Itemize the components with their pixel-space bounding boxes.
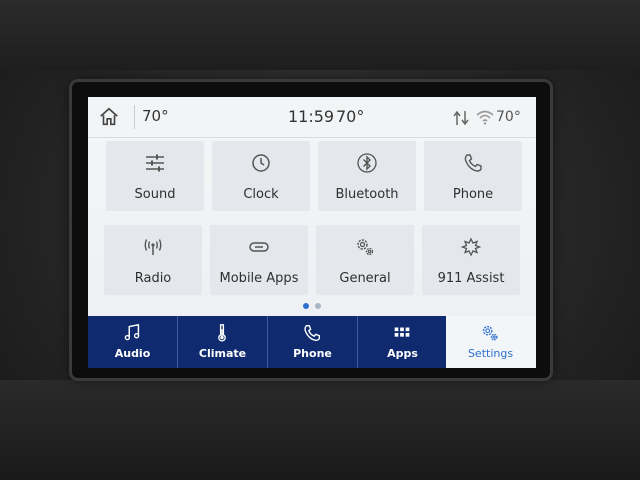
tile-label: General (339, 271, 391, 286)
nav-climate[interactable]: Climate (178, 316, 268, 368)
link-icon (249, 242, 269, 252)
status-bar: 70° 11:59 70° 70° (88, 97, 536, 138)
radio-antenna-icon (144, 239, 162, 255)
tile-bluetooth[interactable]: Bluetooth (318, 141, 416, 211)
tile-911-assist[interactable]: 911 Assist (422, 225, 520, 295)
home-icon[interactable] (98, 106, 120, 128)
gears-icon (482, 325, 498, 341)
sliders-icon (146, 154, 164, 172)
clock-icon (252, 154, 270, 172)
wifi-icon (476, 110, 494, 125)
nav-label: Apps (387, 347, 418, 360)
nav-phone[interactable]: Phone (268, 316, 358, 368)
apps-grid-icon (394, 327, 410, 337)
infotainment-screen: 70° 11:59 70° 70° Sound Clock Bluetooth … (88, 97, 536, 368)
tile-label: Bluetooth (335, 187, 399, 202)
assist-icon (460, 237, 482, 257)
signal-arrows-icon (453, 110, 469, 126)
thermometer-icon (218, 324, 226, 342)
nav-apps[interactable]: Apps (358, 316, 448, 368)
nav-label: Climate (198, 347, 247, 360)
nav-label: Settings (467, 347, 514, 360)
tile-mobile-apps[interactable]: Mobile Apps (210, 225, 308, 295)
tile-label: Phone (452, 187, 494, 202)
page-dot[interactable] (315, 303, 321, 309)
tile-label: Mobile Apps (219, 271, 299, 286)
dashboard-bezel-top (0, 0, 640, 70)
status-divider (134, 105, 135, 129)
settings-grid: Sound Clock Bluetooth Phone Radio Mobile… (104, 141, 524, 301)
bluetooth-icon (357, 153, 377, 173)
clock-time: 11:59 (288, 107, 335, 126)
nav-label: Audio (114, 347, 151, 360)
tile-radio[interactable]: Radio (104, 225, 202, 295)
tile-label: Radio (134, 271, 172, 286)
phone-icon (304, 324, 321, 342)
music-note-icon (124, 323, 140, 341)
nav-settings[interactable]: Settings (446, 316, 536, 368)
phone-icon (464, 154, 482, 172)
bottom-nav: Audio Climate Phone Apps Settings (88, 316, 536, 368)
nav-label: Phone (293, 347, 332, 360)
gears-icon (357, 239, 374, 256)
tile-label: Sound (134, 187, 176, 202)
outside-temp: 70° (336, 107, 365, 126)
tile-phone[interactable]: Phone (424, 141, 522, 211)
nav-audio[interactable]: Audio (88, 316, 178, 368)
driver-temp[interactable]: 70° (142, 107, 169, 125)
passenger-temp[interactable]: 70° (496, 109, 521, 125)
page-dot-active[interactable] (303, 303, 309, 309)
tile-label: Clock (243, 187, 279, 202)
tile-sound[interactable]: Sound (106, 141, 204, 211)
dashboard-bezel-bottom (0, 380, 640, 480)
tile-clock[interactable]: Clock (212, 141, 310, 211)
page-indicator (301, 303, 331, 311)
tile-label: 911 Assist (437, 271, 505, 286)
tile-general[interactable]: General (316, 225, 414, 295)
